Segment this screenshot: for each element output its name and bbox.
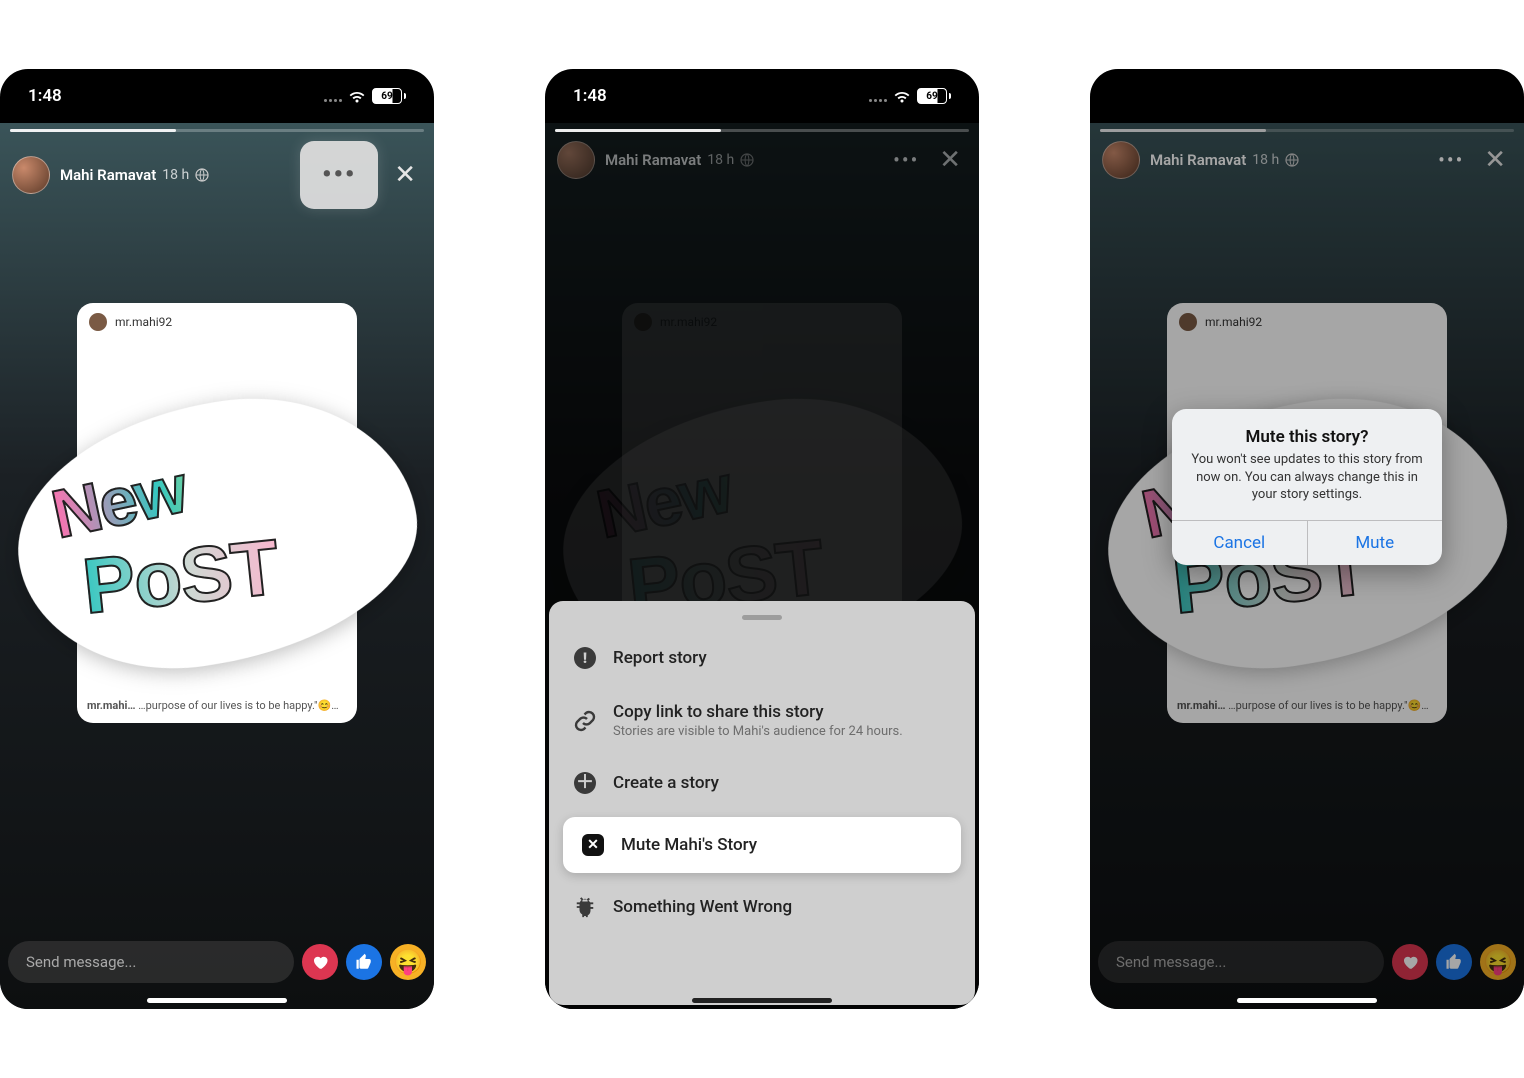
wifi-icon	[893, 89, 911, 103]
reaction-laugh-button[interactable]	[390, 944, 426, 980]
more-options-button[interactable]: •••	[300, 141, 378, 209]
story-author-avatar	[557, 141, 595, 179]
bug-icon	[573, 895, 597, 919]
story-progress-bar	[555, 129, 969, 132]
story-author-name[interactable]: Mahi Ramavat 18 h	[60, 166, 209, 184]
home-indicator[interactable]	[1237, 998, 1377, 1003]
create-story-item[interactable]: ＋ Create a story	[555, 755, 969, 811]
screenshot-2-action-sheet: 1:48 69 Mahi Ramavat 18 h	[545, 69, 979, 1009]
status-time: 1:48	[28, 86, 62, 106]
embedded-post-handle: mr.mahi92	[660, 315, 717, 329]
create-story-label: Create a story	[613, 773, 719, 793]
mute-story-label: Mute Mahi's Story	[621, 835, 757, 855]
battery-indicator: 69	[917, 88, 951, 104]
story-age: 18 h	[707, 152, 734, 168]
report-story-item[interactable]: ! Report story	[555, 630, 969, 686]
cellular-icon	[324, 90, 342, 102]
alert-cancel-button[interactable]: Cancel	[1172, 521, 1307, 565]
status-bar: 1:48 69	[0, 69, 434, 123]
story-reply-bar: Send message...	[8, 941, 426, 983]
something-went-wrong-label: Something Went Wrong	[613, 897, 792, 917]
report-story-label: Report story	[613, 648, 707, 668]
screenshot-1-story-view: 1:48 69 Mahi Ramavat 18 h	[0, 69, 434, 1009]
embedded-post-avatar	[89, 313, 107, 331]
copy-link-item[interactable]: Copy link to share this story Stories ar…	[555, 686, 969, 755]
story-header: Mahi Ramavat 18 h ••• ✕	[557, 141, 967, 179]
battery-indicator: 69	[372, 88, 406, 104]
cellular-icon	[869, 90, 887, 102]
mute-x-icon: ✕	[582, 834, 604, 856]
story-age: 18 h	[162, 167, 189, 183]
story-viewport[interactable]: Mahi Ramavat 18 h ••• ✕ mr.mahi92 mr.mah…	[0, 123, 434, 1009]
home-indicator[interactable]	[692, 998, 832, 1003]
story-header: Mahi Ramavat 18 h ••• ✕	[12, 141, 422, 209]
author-name-text: Mahi Ramavat	[60, 166, 156, 184]
close-story-button: ✕	[933, 145, 967, 175]
battery-level: 69	[917, 88, 947, 104]
story-content-card: mr.mahi92 mr.mahi… …purpose of our lives…	[77, 303, 357, 723]
globe-privacy-icon	[195, 168, 209, 182]
send-message-input[interactable]: Send message...	[8, 941, 294, 983]
alert-mute-button[interactable]: Mute	[1307, 521, 1443, 565]
copy-link-sublabel: Stories are visible to Mahi's audience f…	[613, 724, 903, 739]
embedded-post-handle: mr.mahi92	[115, 315, 172, 329]
mute-story-item[interactable]: ✕ Mute Mahi's Story	[563, 817, 961, 873]
battery-level: 69	[372, 88, 402, 104]
screenshot-3-mute-confirm: Mahi Ramavat 18 h ••• ✕ mr.mahi92 mr.mah…	[1090, 69, 1524, 1009]
sticker-text-line1: New	[590, 411, 919, 554]
embedded-post-caption: mr.mahi… …purpose of our lives is to be …	[87, 699, 347, 713]
something-went-wrong-item[interactable]: Something Went Wrong	[555, 879, 969, 935]
reaction-heart-button[interactable]	[302, 944, 338, 980]
story-progress-bar	[10, 129, 424, 132]
sheet-grabber[interactable]	[742, 615, 782, 620]
close-story-button[interactable]: ✕	[388, 160, 422, 190]
caption-handle: mr.mahi…	[87, 699, 136, 712]
caption-text: …purpose of our lives is to be happy."😊…	[136, 699, 339, 712]
mute-confirm-dialog: Mute this story? You won't see updates t…	[1172, 409, 1442, 565]
reaction-like-button[interactable]	[346, 944, 382, 980]
globe-privacy-icon	[740, 153, 754, 167]
home-indicator[interactable]	[147, 998, 287, 1003]
author-name-text: Mahi Ramavat	[605, 151, 701, 169]
story-author-avatar[interactable]	[12, 156, 50, 194]
alert-message: You won't see updates to this story from…	[1172, 451, 1442, 520]
wifi-icon	[348, 89, 366, 103]
report-icon: !	[574, 647, 596, 669]
status-bar: 1:48 69	[545, 69, 979, 123]
alert-title: Mute this story?	[1172, 409, 1442, 451]
copy-link-label: Copy link to share this story	[613, 702, 903, 722]
link-icon	[573, 709, 597, 733]
send-message-placeholder: Send message...	[26, 953, 136, 971]
more-options-button: •••	[889, 145, 923, 175]
story-options-action-sheet: ! Report story Copy link to share this s…	[549, 601, 975, 1005]
plus-icon: ＋	[574, 772, 596, 794]
status-time: 1:48	[573, 86, 607, 106]
